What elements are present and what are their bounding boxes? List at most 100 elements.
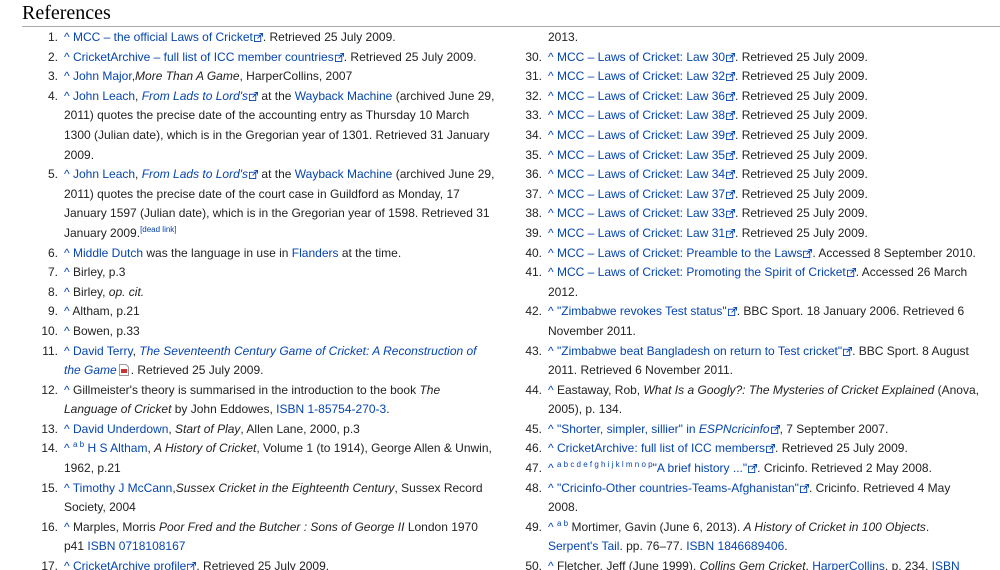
reference-link[interactable]: ESPNcricinfo: [699, 422, 770, 436]
reference-number: 48.: [525, 480, 542, 495]
backlink-letters[interactable]: a b: [557, 519, 568, 528]
backlink-caret[interactable]: ^: [548, 69, 554, 83]
reference-link[interactable]: CricketArchive profile: [73, 559, 186, 570]
backlink-letters[interactable]: a b: [73, 440, 84, 449]
reference-link[interactable]: MCC – Laws of Cricket: Promoting the Spi…: [557, 265, 846, 279]
backlink-caret[interactable]: ^: [548, 187, 554, 201]
reference-link[interactable]: CricketArchive: full list of ICC members: [557, 441, 765, 455]
backlink-letters[interactable]: a b c d e f g h i j k l m n o p: [557, 460, 653, 469]
reference-link[interactable]: From Lads to Lord's: [142, 167, 248, 181]
backlink-caret[interactable]: ^: [548, 304, 554, 318]
backlink-caret[interactable]: ^: [64, 422, 70, 436]
reference-text-segment: , Allen Lane, 2000, p.3: [240, 421, 360, 436]
reference-item: 7. ^ Birley, p.3: [26, 263, 496, 283]
reference-link[interactable]: "Zimbabwe beat Bangladesh on return to T…: [557, 344, 842, 358]
reference-link[interactable]: John Leach: [73, 89, 135, 103]
reference-link[interactable]: HarperCollins: [812, 559, 885, 570]
backlink-caret[interactable]: ^: [64, 520, 70, 534]
reference-link[interactable]: Timothy J McCann: [73, 481, 173, 495]
backlink-caret[interactable]: ^: [548, 441, 554, 455]
reference-number: 17.: [41, 559, 58, 570]
reference-link[interactable]: Wayback Machine: [295, 167, 393, 181]
reference-link[interactable]: From Lads to Lord's: [142, 89, 248, 103]
reference-link[interactable]: MCC – Laws of Cricket: Law 38: [557, 108, 725, 122]
reference-link[interactable]: [dead link]: [140, 225, 176, 234]
reference-text-segment: op. cit.: [108, 284, 145, 299]
reference-link[interactable]: MCC – Laws of Cricket: Preamble to the L…: [557, 246, 802, 260]
reference-text: ^ MCC – Laws of Cricket: Law 30 . Retriev…: [548, 48, 980, 68]
reference-link[interactable]: ISBN 1-85754-270-3: [276, 402, 386, 416]
reference-link[interactable]: ISBN 0718108167: [87, 539, 185, 553]
reference-link[interactable]: ISBN 1846689406: [686, 539, 784, 553]
backlink-caret[interactable]: ^: [548, 246, 554, 260]
references-left-column: 1. ^ MCC – the official Laws of Cricket . …: [26, 28, 496, 570]
reference-link[interactable]: Flanders: [292, 246, 339, 260]
reference-item: 38. ^ MCC – Laws of Cricket: Law 33 . Retr…: [510, 204, 980, 224]
backlink-caret[interactable]: ^: [548, 461, 554, 475]
backlink-caret[interactable]: ^: [548, 108, 554, 122]
external-link-icon: [253, 33, 263, 42]
reference-link[interactable]: Wayback Machine: [295, 89, 393, 103]
backlink-caret[interactable]: ^: [548, 520, 554, 534]
backlink-caret[interactable]: ^: [548, 559, 554, 570]
backlink-caret[interactable]: ^: [548, 265, 554, 279]
reference-link[interactable]: H S Altham: [84, 441, 147, 455]
reference-link[interactable]: "Cricinfo-Other countries-Teams-Afghanis…: [557, 481, 799, 495]
reference-item: 37. ^ MCC – Laws of Cricket: Law 37 . Retr…: [510, 185, 980, 205]
reference-link[interactable]: Serpent's Tail: [548, 539, 619, 553]
backlink-caret[interactable]: ^: [64, 285, 70, 299]
backlink-caret[interactable]: ^: [548, 481, 554, 495]
reference-link[interactable]: MCC – Laws of Cricket: Law 35: [557, 148, 725, 162]
reference-link[interactable]: John Major: [73, 69, 132, 83]
backlink-caret[interactable]: ^: [64, 89, 70, 103]
backlink-caret[interactable]: ^: [64, 559, 70, 570]
reference-link[interactable]: MCC – Laws of Cricket: Law 34: [557, 167, 725, 181]
reference-text-segment: Start of Play: [175, 421, 241, 436]
reference-link[interactable]: MCC – the official Laws of Cricket: [73, 30, 253, 44]
backlink-caret[interactable]: ^: [64, 265, 70, 279]
reference-link[interactable]: MCC – Laws of Cricket: Law 36: [557, 89, 725, 103]
reference-link[interactable]: MCC – Laws of Cricket: Law 30: [557, 50, 725, 64]
backlink-caret[interactable]: ^: [64, 481, 70, 495]
backlink-caret[interactable]: ^: [64, 30, 70, 44]
backlink-caret[interactable]: ^: [548, 226, 554, 240]
reference-link[interactable]: John Leach: [73, 167, 135, 181]
backlink-caret[interactable]: ^: [64, 324, 70, 338]
backlink-caret[interactable]: ^: [548, 89, 554, 103]
backlink-caret[interactable]: ^: [548, 128, 554, 142]
reference-link[interactable]: "A brief history ...": [653, 461, 748, 475]
reference-text-segment: , HarperCollins, 2007: [239, 69, 353, 84]
external-link-icon: [726, 150, 736, 160]
backlink-caret[interactable]: ^: [548, 422, 554, 436]
reference-link[interactable]: David Underdown: [73, 422, 168, 436]
reference-item: 3. ^ John Major,More Than A Game, HarperC…: [26, 67, 496, 87]
reference-text: ^ MCC – Laws of Cricket: Law 38 . Retriev…: [548, 106, 980, 126]
reference-link[interactable]: MCC – Laws of Cricket: Law 31: [557, 226, 725, 240]
backlink-caret[interactable]: ^: [64, 441, 70, 455]
reference-link[interactable]: CricketArchive – full list of ICC member…: [73, 50, 334, 64]
backlink-caret[interactable]: ^: [64, 383, 70, 397]
backlink-caret[interactable]: ^: [64, 344, 70, 358]
reference-link[interactable]: MCC – Laws of Cricket: Law 37: [557, 187, 725, 201]
reference-item: 44. ^ Eastaway, Rob, What Is a Googly?: T…: [510, 381, 980, 420]
backlink-caret[interactable]: ^: [548, 148, 554, 162]
reference-number: 44.: [525, 382, 542, 397]
reference-link[interactable]: MCC – Laws of Cricket: Law 32: [557, 69, 725, 83]
backlink-caret[interactable]: ^: [548, 344, 554, 358]
reference-link[interactable]: MCC – Laws of Cricket: Law 33: [557, 206, 725, 220]
reference-link[interactable]: David Terry: [73, 344, 133, 358]
reference-link[interactable]: Middle Dutch: [73, 246, 143, 260]
reference-link[interactable]: "Shorter, simpler, sillier" in: [557, 422, 699, 436]
backlink-caret[interactable]: ^: [548, 167, 554, 181]
reference-text: ^ MCC – Laws of Cricket: Preamble to the…: [548, 244, 980, 264]
backlink-caret[interactable]: ^: [548, 206, 554, 220]
backlink-caret[interactable]: ^: [548, 383, 554, 397]
reference-link[interactable]: "Zimbabwe revokes Test status": [557, 304, 727, 318]
backlink-caret[interactable]: ^: [64, 69, 70, 83]
backlink-caret[interactable]: ^: [548, 50, 554, 64]
backlink-caret[interactable]: ^: [64, 167, 70, 181]
backlink-caret[interactable]: ^: [64, 50, 70, 64]
backlink-caret[interactable]: ^: [64, 246, 70, 260]
backlink-caret[interactable]: ^: [64, 304, 70, 318]
reference-link[interactable]: MCC – Laws of Cricket: Law 39: [557, 128, 725, 142]
